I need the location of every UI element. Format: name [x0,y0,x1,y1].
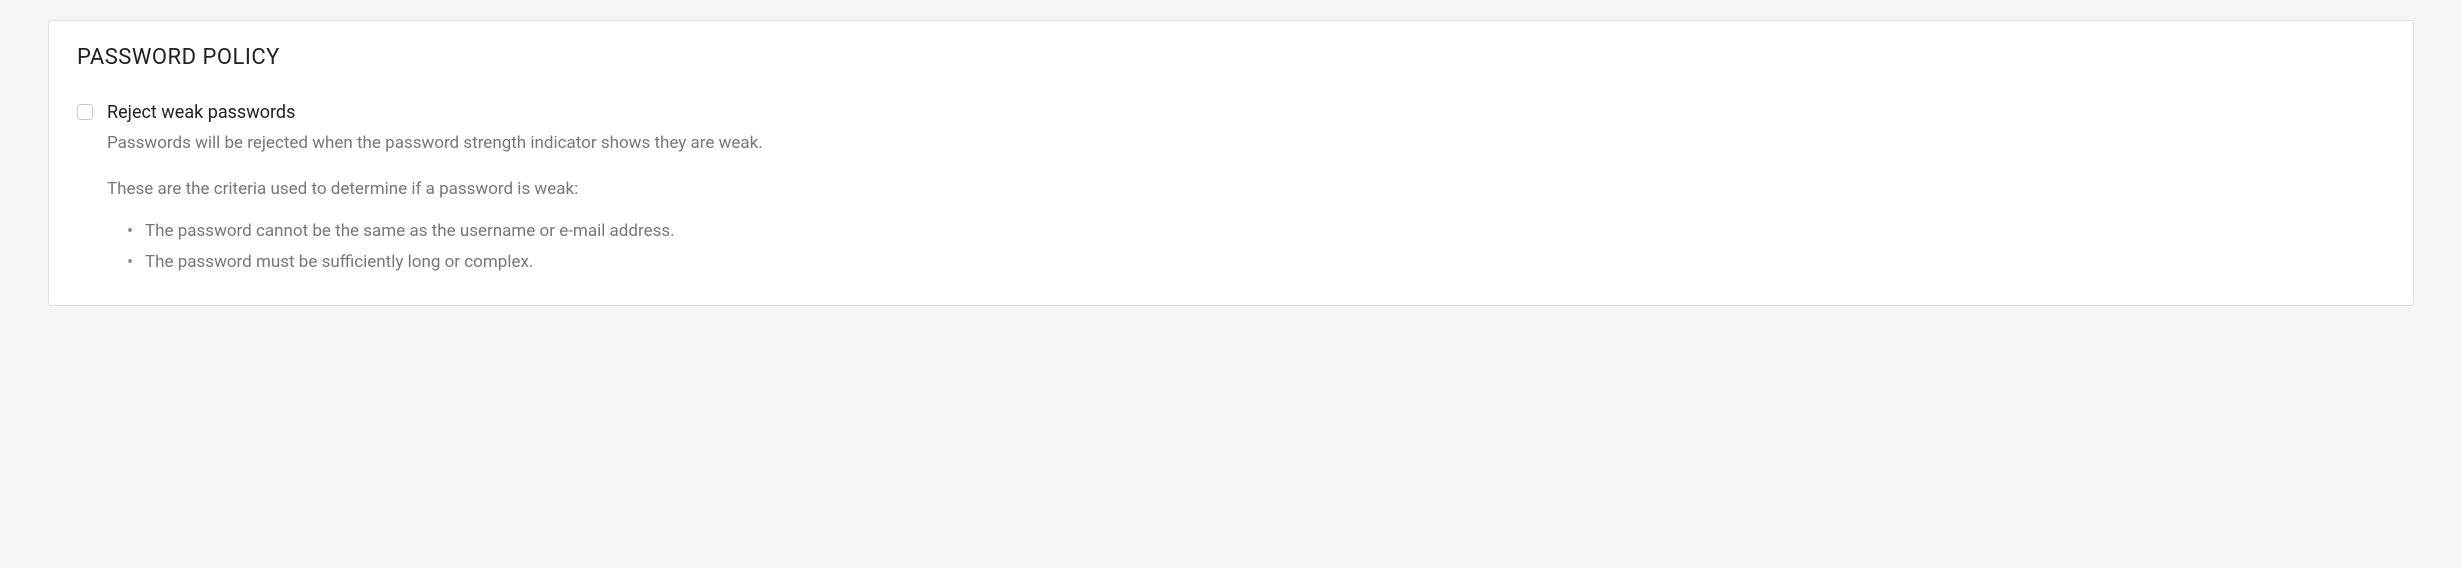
criteria-item: The password must be sufficiently long o… [145,247,2385,278]
reject-weak-passwords-checkbox[interactable] [77,104,93,120]
criteria-list: The password cannot be the same as the u… [107,216,2385,277]
panel-title: PASSWORD POLICY [77,45,2385,70]
password-policy-panel: PASSWORD POLICY Reject weak passwords Pa… [48,20,2414,306]
option-description: Passwords will be rejected when the pass… [107,131,2385,157]
reject-weak-passwords-label[interactable]: Reject weak passwords [107,102,2385,123]
criteria-intro: These are the criteria used to determine… [107,177,2385,203]
reject-weak-passwords-option: Reject weak passwords Passwords will be … [77,102,2385,277]
option-content: Reject weak passwords Passwords will be … [107,102,2385,277]
checkbox-wrapper [77,102,93,124]
criteria-item: The password cannot be the same as the u… [145,216,2385,247]
